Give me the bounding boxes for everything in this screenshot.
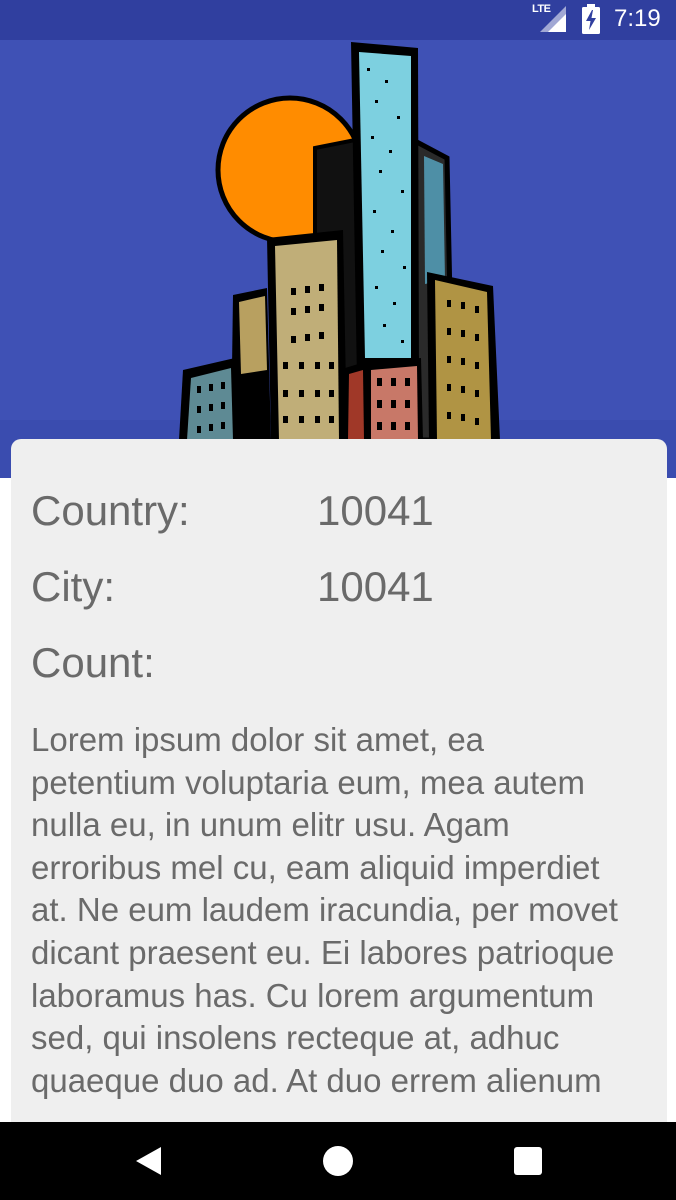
details-card: Country: 10041 City: 10041 Count: Lorem … <box>11 439 667 1139</box>
signal-icon <box>540 6 566 32</box>
navigation-bar <box>0 1122 676 1200</box>
clock: 7:19 <box>614 5 661 32</box>
description-text: Lorem ipsum dolor sit amet, ea petentium… <box>31 721 618 1099</box>
country-label: Country: <box>31 487 190 534</box>
country-value: 10041 <box>317 487 434 534</box>
city-skyline-icon <box>179 42 500 440</box>
battery-charging-icon <box>582 4 600 34</box>
recents-icon <box>514 1147 542 1175</box>
recents-button[interactable] <box>488 1122 568 1200</box>
home-icon <box>323 1146 353 1176</box>
city-label: City: <box>31 563 115 610</box>
back-button[interactable] <box>108 1122 188 1200</box>
city-value: 10041 <box>317 563 434 610</box>
home-button[interactable] <box>298 1122 378 1200</box>
count-label: Count: <box>31 639 155 686</box>
header-banner <box>0 40 676 478</box>
back-icon <box>136 1147 161 1175</box>
status-bar: LTE 7:19 <box>0 0 676 40</box>
